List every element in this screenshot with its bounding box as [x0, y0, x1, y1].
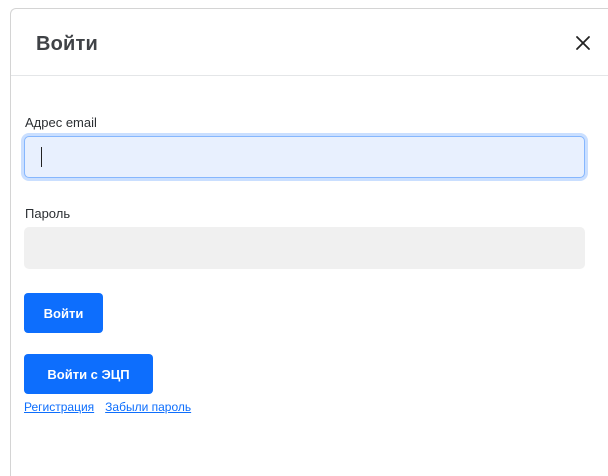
email-label: Адрес email: [25, 115, 97, 130]
modal-title: Войти: [36, 33, 99, 55]
password-field[interactable]: [24, 227, 585, 269]
auth-links: Регистрация Забыли пароль: [24, 400, 202, 414]
modal-header: Войти: [11, 9, 608, 76]
password-label: Пароль: [25, 206, 71, 221]
register-link[interactable]: Регистрация: [24, 400, 94, 414]
email-field[interactable]: [24, 136, 585, 178]
close-button[interactable]: [572, 32, 594, 54]
login-ecp-button[interactable]: Войти с ЭЦП: [24, 354, 153, 394]
forgot-password-link[interactable]: Забыли пароль: [105, 400, 191, 414]
login-button[interactable]: Войти: [24, 293, 103, 333]
text-caret: [41, 147, 42, 167]
close-icon: [576, 36, 590, 50]
